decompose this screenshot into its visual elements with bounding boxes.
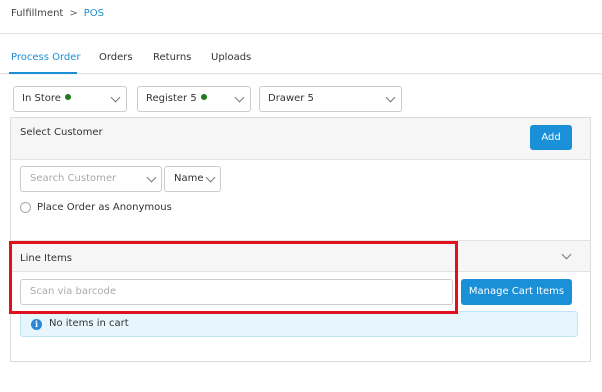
empty-cart-message: No items in cart (49, 318, 129, 329)
chevron-down-icon (234, 92, 245, 103)
line-items-header: Line Items (11, 240, 590, 272)
register-status-dot (200, 94, 207, 100)
search-customer-input[interactable]: Search Customer (20, 166, 162, 192)
manage-cart-items-button[interactable]: Manage Cart Items (461, 279, 572, 305)
search-by-value: Name (174, 173, 204, 184)
top-bar: Fulfillment > POS (0, 0, 602, 34)
chevron-down-icon (146, 172, 157, 183)
register-select-value: Register 5 (146, 93, 197, 104)
info-icon: i (31, 319, 42, 330)
store-status-dot (64, 94, 71, 100)
breadcrumb-parent[interactable]: Fulfillment (11, 8, 63, 19)
tab-process-order[interactable]: Process Order (11, 52, 81, 63)
select-customer-header: Select Customer (11, 118, 590, 160)
active-tab-indicator (9, 72, 77, 74)
barcode-input[interactable]: Scan via barcode (20, 279, 453, 305)
search-by-select[interactable]: Name (164, 166, 221, 192)
tab-uploads[interactable]: Uploads (211, 52, 251, 63)
chevron-down-icon (110, 92, 121, 103)
anonymous-label[interactable]: Place Order as Anonymous (37, 202, 172, 213)
empty-cart-alert: i No items in cart (20, 311, 578, 337)
search-customer-placeholder: Search Customer (30, 173, 117, 184)
chevron-down-icon (205, 172, 216, 183)
chevron-down-icon (385, 92, 396, 103)
select-customer-title: Select Customer (20, 127, 103, 138)
breadcrumb-current[interactable]: POS (84, 8, 104, 19)
anonymous-checkbox[interactable] (20, 202, 31, 213)
add-customer-button[interactable]: Add (530, 125, 572, 150)
breadcrumb-separator: > (69, 8, 78, 19)
tab-orders[interactable]: Orders (99, 52, 133, 63)
store-select[interactable]: In Store (13, 86, 127, 112)
store-select-value: In Store (22, 93, 61, 104)
drawer-select[interactable]: Drawer 5 (259, 86, 402, 112)
tab-bar: Process Order Orders Returns Uploads (0, 34, 602, 74)
chevron-down-icon[interactable] (561, 249, 572, 260)
drawer-select-value: Drawer 5 (268, 93, 314, 104)
tab-returns[interactable]: Returns (153, 52, 191, 63)
line-items-title: Line Items (20, 253, 72, 264)
register-select[interactable]: Register 5 (137, 86, 251, 112)
breadcrumb: Fulfillment > POS (11, 8, 104, 19)
barcode-placeholder: Scan via barcode (30, 286, 116, 297)
